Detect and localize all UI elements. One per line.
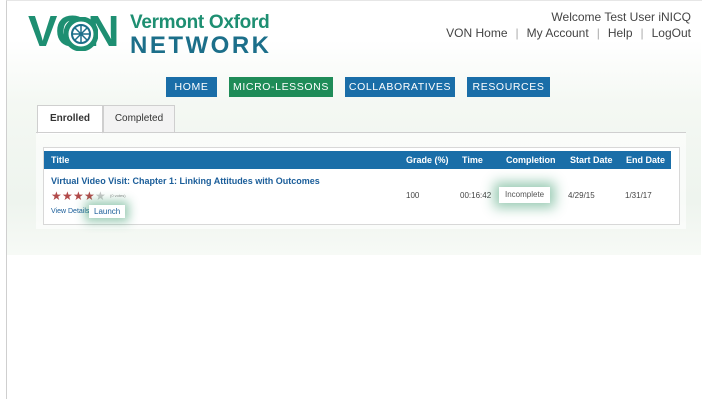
globe-icon	[64, 17, 98, 51]
logo-name-line2: NETWORK	[130, 32, 272, 59]
star-icon: ★	[62, 189, 73, 203]
utility-link-help[interactable]: Help	[608, 26, 633, 40]
utility-link-my-account[interactable]: My Account	[527, 26, 589, 40]
utility-separator: |	[640, 26, 644, 40]
completion-status-badge: Incomplete	[499, 187, 551, 203]
star-icon: ★	[95, 189, 106, 203]
utility-link-logout[interactable]: LogOut	[652, 26, 691, 40]
view-details-link[interactable]: View Details	[51, 208, 89, 215]
star-icon: ★	[73, 189, 84, 203]
utility-link-von-home[interactable]: VON Home	[446, 26, 507, 40]
star-icon: ★	[84, 189, 95, 203]
utility-nav: VON Home | My Account | Help | LogOut	[446, 26, 691, 40]
column-header-title[interactable]: Title	[51, 151, 69, 169]
nav-resources[interactable]: RESOURCES	[467, 77, 550, 97]
column-header-start-date[interactable]: Start Date	[570, 151, 613, 169]
grade-value: 100	[406, 191, 420, 200]
nav-home[interactable]: HOME	[166, 77, 217, 97]
logo-name-line1: Vermont Oxford	[130, 12, 270, 33]
end-date-value: 1/31/17	[625, 191, 652, 200]
table-header: Title Grade (%) Time Completion Start Da…	[44, 151, 671, 169]
utility-separator: |	[515, 26, 519, 40]
utility-separator: |	[596, 26, 600, 40]
column-header-time[interactable]: Time	[462, 151, 483, 169]
tab-enrolled[interactable]: Enrolled	[37, 105, 103, 134]
star-icon: ★	[51, 189, 62, 203]
column-header-end-date[interactable]: End Date	[626, 151, 665, 169]
vote-count: (0 votes)	[110, 193, 126, 198]
time-value: 00:16:42	[460, 191, 492, 200]
column-header-completion[interactable]: Completion	[506, 151, 556, 169]
lesson-title-link[interactable]: Virtual Video Visit: Chapter 1: Linking …	[51, 176, 320, 186]
tab-completed[interactable]: Completed	[103, 105, 175, 133]
welcome-message: Welcome Test User iNICQ	[551, 10, 691, 24]
nav-collaboratives[interactable]: COLLABORATIVES	[345, 77, 455, 97]
launch-button[interactable]: Launch	[89, 205, 126, 218]
start-date-value: 4/29/15	[568, 191, 595, 200]
column-header-grade[interactable]: Grade (%)	[406, 151, 449, 169]
nav-micro-lessons[interactable]: MICRO-LESSONS	[229, 77, 333, 97]
lessons-table: Title Grade (%) Time Completion Start Da…	[43, 147, 680, 225]
